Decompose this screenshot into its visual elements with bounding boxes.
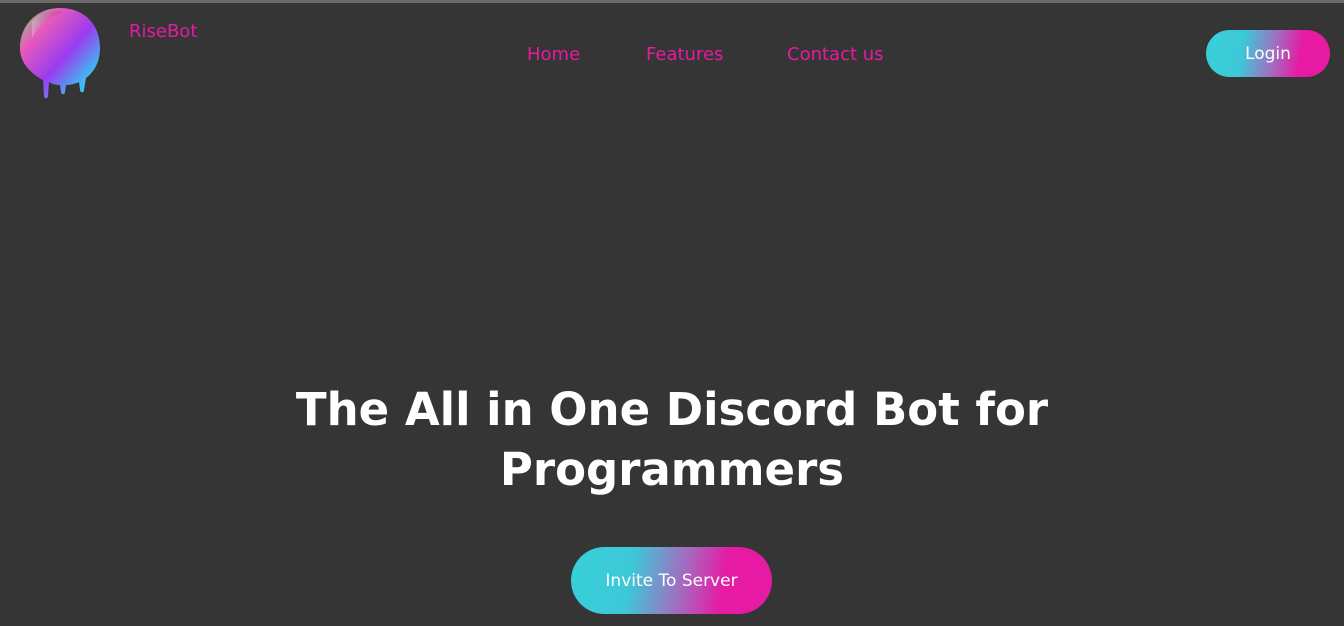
nav-link-home[interactable]: Home <box>527 44 580 66</box>
hero-title: The All in One Discord Bot for Programme… <box>0 380 1344 500</box>
main-nav: Home Features Contact us <box>0 44 1344 68</box>
brand-name[interactable]: RiseBot <box>129 21 197 43</box>
window-top-border <box>0 0 1344 3</box>
nav-link-contact[interactable]: Contact us <box>787 44 884 66</box>
hero-title-line-1: The All in One Discord Bot for <box>295 383 1049 436</box>
hero-title-line-2: Programmers <box>499 443 845 496</box>
nav-link-features[interactable]: Features <box>646 44 723 66</box>
invite-to-server-button[interactable]: Invite To Server <box>571 547 772 614</box>
login-button[interactable]: Login <box>1206 30 1330 77</box>
landing-page: RiseBot Home Features Contact us Login T… <box>0 0 1344 626</box>
